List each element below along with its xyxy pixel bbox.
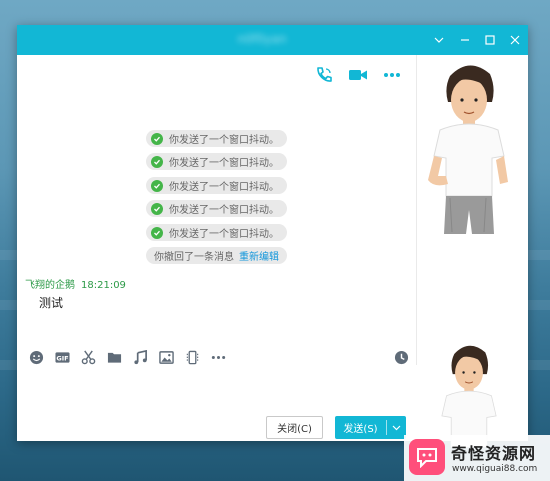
check-icon — [151, 202, 163, 215]
input-toolbar: GIF — [23, 347, 413, 367]
image-icon[interactable] — [153, 347, 179, 367]
more-icon[interactable] — [205, 347, 231, 367]
watermark: 奇怪资源网 www.qiguai88.com — [404, 435, 550, 481]
re-edit-link[interactable]: 重新编辑 — [239, 248, 279, 263]
chat-window: n0f0yan 你发送了一个窗口抖动。 你发送了一个窗口抖动。 你发送了一个窗口… — [17, 25, 528, 448]
shake-notice: 你发送了一个窗口抖动。 — [146, 153, 287, 170]
chevron-down-icon[interactable] — [427, 25, 451, 55]
scissors-icon[interactable] — [75, 347, 101, 367]
minimize-icon[interactable] — [453, 25, 477, 55]
window-title: n0f0yan — [237, 32, 287, 46]
send-button[interactable]: 发送(S) — [335, 416, 406, 439]
watermark-logo-icon — [409, 439, 445, 475]
check-icon — [151, 132, 163, 145]
message-text: 测试 — [39, 296, 64, 310]
title-bar[interactable]: n0f0yan — [17, 25, 528, 55]
recall-notice: 你撤回了一条消息 重新编辑 — [146, 247, 287, 264]
watermark-title: 奇怪资源网 — [451, 444, 537, 463]
chevron-down-icon[interactable] — [387, 425, 406, 431]
sender-name[interactable]: 飞翔的企鹅 — [25, 280, 75, 291]
svg-text:GIF: GIF — [56, 354, 68, 362]
message-header: 飞翔的企鹅 18:21:09 — [25, 276, 126, 291]
message-list[interactable]: 你发送了一个窗口抖动。 你发送了一个窗口抖动。 你发送了一个窗口抖动。 你发送了… — [17, 55, 417, 365]
message-time: 18:21:09 — [81, 280, 126, 291]
history-icon[interactable] — [391, 347, 411, 367]
check-icon — [151, 226, 163, 239]
music-icon[interactable] — [127, 347, 153, 367]
emoji-icon[interactable] — [23, 347, 49, 367]
close-icon[interactable] — [503, 25, 527, 55]
shake-icon[interactable] — [179, 347, 205, 367]
shake-notice: 你发送了一个窗口抖动。 — [146, 200, 287, 217]
send-label: 发送(S) — [343, 424, 378, 435]
shake-notice: 你发送了一个窗口抖动。 — [146, 130, 287, 147]
watermark-url: www.qiguai88.com — [452, 464, 538, 474]
close-button[interactable]: 关闭(C) — [266, 416, 323, 439]
folder-icon[interactable] — [101, 347, 127, 367]
contact-avatar-image — [428, 65, 508, 234]
check-icon — [151, 179, 163, 192]
check-icon — [151, 155, 163, 168]
shake-notice: 你发送了一个窗口抖动。 — [146, 224, 287, 241]
shake-notice: 你发送了一个窗口抖动。 — [146, 177, 287, 194]
gif-icon[interactable]: GIF — [49, 347, 75, 367]
maximize-icon[interactable] — [478, 25, 502, 55]
